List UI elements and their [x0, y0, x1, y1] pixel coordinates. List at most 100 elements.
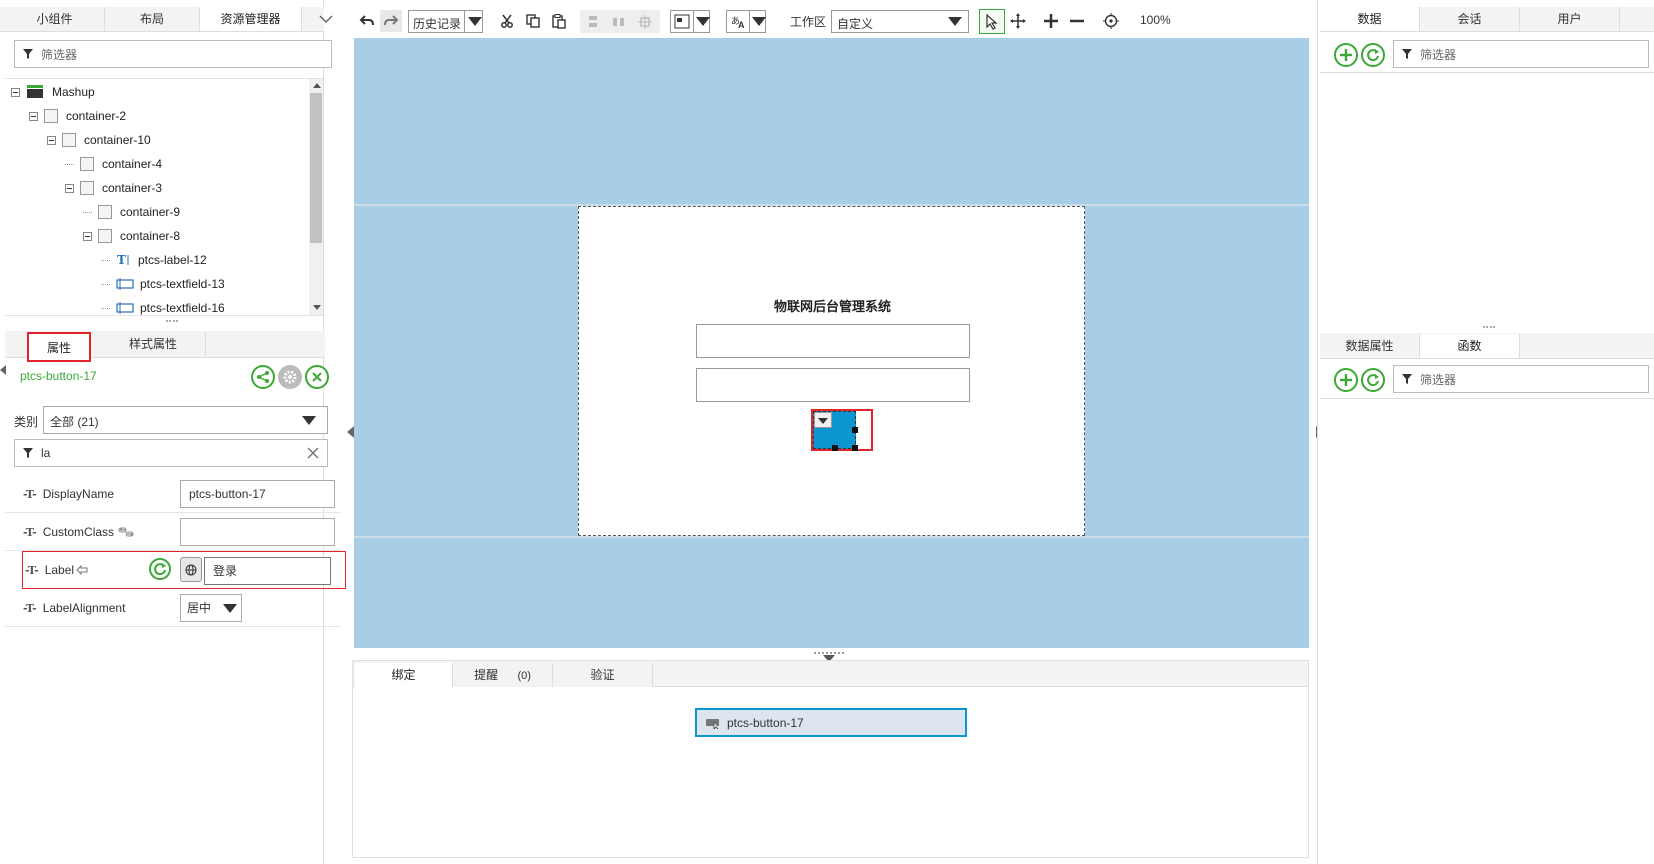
zoom-in-icon[interactable]: [1040, 10, 1062, 32]
filter-placeholder: 筛选器: [1420, 47, 1457, 62]
workspace-value: 自定义: [837, 17, 874, 31]
refresh-data-button[interactable]: [1361, 43, 1385, 67]
resize-handle[interactable]: [852, 445, 858, 451]
close-button[interactable]: [305, 365, 329, 389]
localize-button[interactable]: [180, 557, 202, 582]
tab-alerts[interactable]: 提醒 (0): [453, 663, 553, 687]
language-dropdown[interactable]: あA: [726, 10, 766, 33]
tree-item[interactable]: Mashup: [11, 81, 95, 103]
share-button[interactable]: [251, 365, 275, 389]
login-button[interactable]: [813, 411, 858, 451]
collapse-icon[interactable]: [11, 87, 20, 97]
clear-icon[interactable]: [307, 447, 319, 459]
tab-user[interactable]: 用户: [1520, 7, 1620, 31]
container-icon: [80, 157, 94, 171]
mashup-canvas[interactable]: 物联网后台管理系统: [354, 38, 1309, 648]
align-horizontal-icon[interactable]: [608, 11, 630, 33]
collapse-icon[interactable]: [65, 183, 74, 193]
tab-widgets[interactable]: 小组件: [5, 7, 105, 31]
paste-icon[interactable]: [548, 10, 570, 32]
tab-functions[interactable]: 函数: [1420, 334, 1520, 358]
property-filter-input[interactable]: la: [14, 439, 328, 467]
data-list-divider: [1320, 72, 1654, 73]
history-dropdown[interactable]: 历史记录: [408, 10, 483, 33]
resize-handle[interactable]: [852, 427, 858, 433]
move-tool-icon[interactable]: [1007, 10, 1029, 32]
tree-item[interactable]: ptcs-textfield-16: [101, 297, 225, 315]
string-type-icon: -T-: [25, 563, 39, 577]
container-icon: [62, 133, 76, 147]
snap-icon[interactable]: [634, 11, 656, 33]
collapse-icon[interactable]: [47, 135, 56, 145]
tree-item-label: container-4: [102, 157, 163, 171]
collapse-icon[interactable]: [29, 111, 38, 121]
zoom-out-icon[interactable]: [1066, 10, 1088, 32]
tab-layout[interactable]: 布局: [105, 7, 200, 31]
right-splitter[interactable]: [1483, 326, 1495, 328]
label-widget-icon: T: [116, 253, 132, 267]
reset-button[interactable]: [149, 558, 171, 580]
username-field[interactable]: [696, 324, 970, 358]
customclass-input[interactable]: [180, 518, 335, 546]
alerts-count: (0): [517, 670, 531, 682]
refresh-function-button[interactable]: [1361, 368, 1385, 392]
bottom-tabs: 绑定 提醒 (0) 验证: [353, 661, 1308, 687]
tab-binding[interactable]: 绑定: [355, 663, 453, 687]
chevron-down-icon: [818, 418, 828, 424]
tree-scroll-thumb[interactable]: [310, 93, 322, 243]
cut-icon[interactable]: [496, 10, 518, 32]
tree-item[interactable]: Tptcs-label-12: [101, 249, 207, 271]
undo-icon[interactable]: [356, 10, 378, 32]
tab-explorer[interactable]: 资源管理器: [200, 7, 302, 31]
tree-item-label: ptcs-label-12: [138, 253, 207, 267]
collapse-left-handle[interactable]: [0, 365, 6, 375]
tree-item[interactable]: container-2: [29, 105, 126, 127]
settings-button[interactable]: [278, 365, 302, 389]
displayname-input[interactable]: ptcs-button-17: [180, 480, 335, 508]
category-select[interactable]: 全部 (21): [43, 406, 328, 434]
tree-item[interactable]: container-4: [65, 153, 162, 175]
tab-session[interactable]: 会话: [1420, 7, 1520, 31]
login-container[interactable]: 物联网后台管理系统: [578, 206, 1085, 536]
redo-icon[interactable]: [380, 10, 402, 32]
explorer-filter-input[interactable]: 筛选器: [14, 40, 332, 68]
select-tool-icon[interactable]: [979, 9, 1005, 34]
link-icon: [118, 527, 134, 537]
chevron-down-icon[interactable]: [318, 11, 334, 27]
data-filter-input[interactable]: 筛选器: [1393, 40, 1649, 68]
tab-validation[interactable]: 验证: [553, 663, 653, 687]
resize-handle[interactable]: [832, 445, 838, 451]
filter-placeholder: 筛选器: [41, 47, 78, 62]
label-input[interactable]: 登录: [204, 557, 331, 585]
tree-item[interactable]: container-9: [83, 201, 180, 223]
collapse-center-left-handle[interactable]: [347, 426, 354, 438]
function-filter-input[interactable]: 筛选器: [1393, 365, 1649, 393]
tab-properties[interactable]: 属性: [27, 332, 91, 362]
tree-item[interactable]: container-3: [65, 177, 162, 199]
tree-item[interactable]: container-8: [83, 225, 180, 247]
tree-item[interactable]: container-10: [47, 129, 151, 151]
property-label: CustomClass: [42, 525, 115, 539]
tab-data-properties[interactable]: 数据属性: [1320, 334, 1420, 358]
svg-text:T: T: [117, 253, 126, 267]
plus-icon: [1340, 49, 1352, 61]
tree-item[interactable]: ptcs-textfield-13: [101, 273, 225, 295]
zoom-fit-icon[interactable]: [1100, 10, 1122, 32]
widget-menu-toggle[interactable]: [814, 412, 832, 428]
collapse-icon[interactable]: [83, 231, 92, 241]
chevron-down-icon: [752, 17, 766, 26]
copy-icon[interactable]: [522, 10, 544, 32]
tree-scrollbar[interactable]: [309, 79, 323, 315]
layout-view-dropdown[interactable]: [670, 10, 710, 33]
tab-style-properties[interactable]: 样式属性: [101, 332, 206, 356]
splitter-handle[interactable]: [166, 320, 178, 323]
right-tabs-bottom: 数据属性 函数: [1320, 333, 1654, 359]
tab-data[interactable]: 数据: [1320, 7, 1420, 31]
password-field[interactable]: [696, 368, 970, 402]
add-function-button[interactable]: [1334, 368, 1358, 392]
workspace-select[interactable]: 自定义: [831, 10, 969, 33]
align-vertical-icon[interactable]: [582, 11, 604, 33]
add-data-button[interactable]: [1334, 43, 1358, 67]
labelalignment-select[interactable]: 居中: [180, 594, 242, 622]
binding-source-item[interactable]: ptcs-button-17: [695, 708, 967, 737]
